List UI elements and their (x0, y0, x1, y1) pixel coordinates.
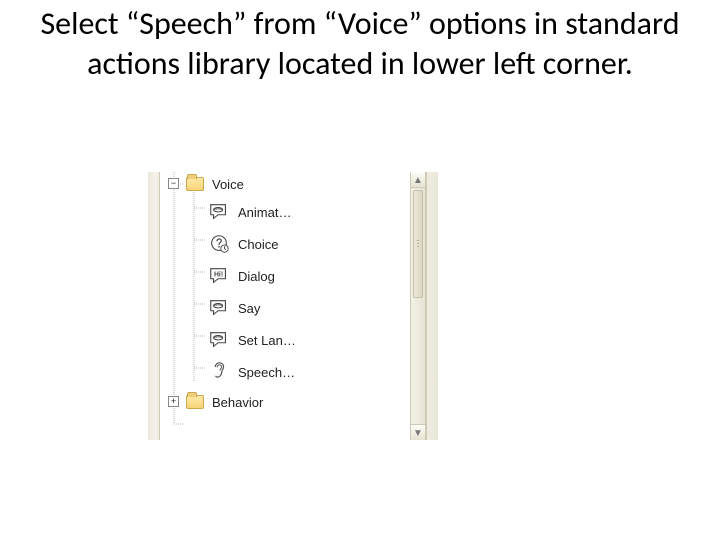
actions-library-panel: Voice Animat… Choice Hi! Dialog Say (148, 172, 438, 440)
tree-folder-voice[interactable]: Voice (164, 172, 410, 196)
folder-label: Behavior (212, 395, 263, 410)
tree-item-label: Choice (238, 237, 278, 252)
svg-text:Hi!: Hi! (214, 272, 223, 279)
tree-item-set-language[interactable]: Set Lan… (164, 324, 410, 356)
tree-item-animat[interactable]: Animat… (164, 196, 410, 228)
folder-icon (186, 177, 204, 191)
ear-icon (208, 361, 230, 383)
expander-plus-icon[interactable] (168, 396, 179, 407)
tree-folder-behavior[interactable]: Behavior (164, 388, 410, 416)
tree-item-label: Animat… (238, 205, 291, 220)
speech-bubble-lips-icon (208, 329, 230, 351)
scroll-thumb[interactable] (413, 190, 423, 298)
tree-item-label: Speech… (238, 365, 295, 380)
speech-bubble-lips-icon (208, 201, 230, 223)
tree-item-speech[interactable]: Speech… (164, 356, 410, 388)
speech-bubble-lips-icon (208, 297, 230, 319)
folder-label: Voice (212, 177, 244, 192)
panel-right-border (426, 172, 438, 440)
folder-icon (186, 395, 204, 409)
tree-view[interactable]: Voice Animat… Choice Hi! Dialog Say (164, 172, 410, 440)
question-clock-icon (208, 233, 230, 255)
speech-bubble-hi-icon: Hi! (208, 265, 230, 287)
tree-item-label: Set Lan… (238, 333, 296, 348)
tree-item-label: Dialog (238, 269, 275, 284)
tree-item-label: Say (238, 301, 260, 316)
scroll-down-arrow-icon[interactable]: ▼ (411, 424, 425, 440)
vertical-scrollbar[interactable]: ▲ ▼ (410, 172, 426, 440)
tree-item-say[interactable]: Say (164, 292, 410, 324)
tree-item-dialog[interactable]: Hi! Dialog (164, 260, 410, 292)
instruction-text: Select “Speech” from “Voice” options in … (0, 0, 720, 84)
scroll-up-arrow-icon[interactable]: ▲ (411, 172, 425, 188)
expander-minus-icon[interactable] (168, 178, 179, 189)
tree-item-choice[interactable]: Choice (164, 228, 410, 260)
panel-left-border (148, 172, 160, 440)
